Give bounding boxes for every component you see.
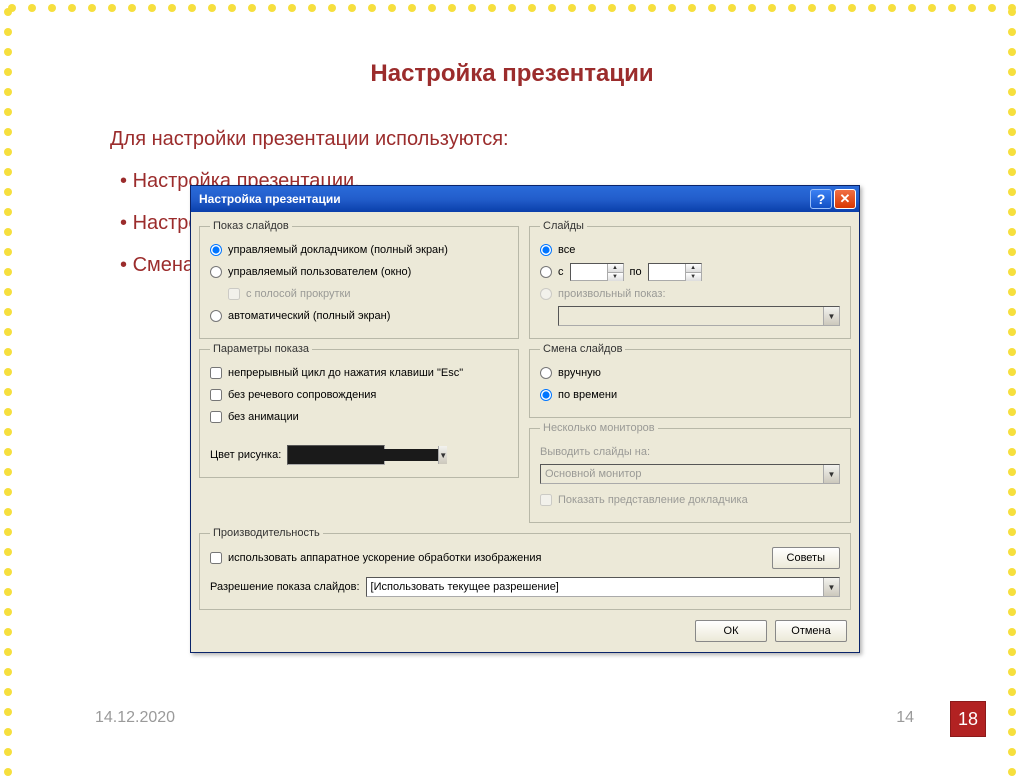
monitor-value: [541, 468, 823, 480]
monitor-combo: ▼: [540, 464, 840, 484]
to-label: по: [630, 266, 642, 278]
check-label: непрерывный цикл до нажатия клавиши "Esc…: [228, 367, 463, 379]
hwaccel-row: использовать аппаратное ускорение обрабо…: [210, 547, 840, 569]
chevron-down-icon[interactable]: ▼: [823, 578, 839, 596]
slide-page-big: 18: [950, 701, 986, 737]
radio-row[interactable]: по времени: [540, 385, 840, 405]
radio-timing[interactable]: [540, 389, 552, 401]
pen-color-row: Цвет рисунка: ▼: [210, 445, 508, 465]
check-row[interactable]: без речевого сопровождения: [210, 385, 508, 405]
check-hw-accel[interactable]: [210, 552, 222, 564]
ok-button[interactable]: ОК: [695, 620, 767, 642]
close-button[interactable]: ✕: [834, 189, 856, 209]
custom-show-value: [559, 310, 823, 322]
radio-range[interactable]: [540, 266, 552, 278]
radio-label: вручную: [558, 367, 601, 379]
chevron-down-icon: ▼: [823, 465, 839, 483]
radio-label: все: [558, 244, 575, 256]
titlebar-text: Настройка презентации: [199, 192, 808, 206]
check-presenter-view: [540, 494, 552, 506]
presentation-settings-dialog: Настройка презентации ? ✕ Показ слайдов …: [190, 185, 860, 653]
from-spinner[interactable]: ▲▼: [570, 263, 624, 281]
radio-row: произвольный показ:: [540, 284, 840, 304]
radio-label: по времени: [558, 389, 617, 401]
to-input[interactable]: [649, 264, 685, 280]
slide-page-small: 14: [896, 709, 914, 727]
chevron-down-icon: ▼: [823, 307, 839, 325]
radio-custom-show: [540, 288, 552, 300]
radio-user-window[interactable]: [210, 266, 222, 278]
chevron-down-icon[interactable]: ▼: [438, 446, 447, 464]
check-label: Показать представление докладчика: [558, 494, 748, 506]
check-row: Показать представление докладчика: [540, 490, 840, 510]
advance-group: Смена слайдов вручную по времени: [529, 343, 851, 418]
group-legend: Параметры показа: [210, 343, 312, 355]
resolution-value: [367, 581, 823, 593]
check-row[interactable]: без анимации: [210, 407, 508, 427]
radio-label: произвольный показ:: [558, 288, 666, 300]
radio-presenter-full[interactable]: [210, 244, 222, 256]
slide-date: 14.12.2020: [95, 709, 175, 727]
custom-show-combo: ▼: [558, 306, 840, 326]
radio-auto-full[interactable]: [210, 310, 222, 322]
radio-label: автоматический (полный экран): [228, 310, 390, 322]
radio-row[interactable]: автоматический (полный экран): [210, 306, 508, 326]
custom-combo-row: ▼: [558, 306, 840, 326]
output-label: Выводить слайды на:: [540, 446, 650, 458]
radio-label: с: [558, 266, 564, 278]
pen-color-combo[interactable]: ▼: [287, 445, 385, 465]
performance-group: Производительность использовать аппаратн…: [199, 527, 851, 610]
pen-color-value: [288, 449, 438, 461]
to-spinner[interactable]: ▲▼: [648, 263, 702, 281]
group-legend: Смена слайдов: [540, 343, 625, 355]
slides-range-group: Слайды все с ▲▼ по ▲▼: [529, 220, 851, 339]
button-bar: ОК Отмена: [199, 614, 851, 644]
group-legend: Производительность: [210, 527, 323, 539]
group-legend: Слайды: [540, 220, 587, 232]
check-label: без речевого сопровождения: [228, 389, 376, 401]
radio-row[interactable]: все: [540, 240, 840, 260]
radio-manual[interactable]: [540, 367, 552, 379]
show-params-group: Параметры показа непрерывный цикл до наж…: [199, 343, 519, 478]
check-row[interactable]: непрерывный цикл до нажатия клавиши "Esc…: [210, 363, 508, 383]
resolution-combo[interactable]: ▼: [366, 577, 840, 597]
slide-title: Настройка презентации: [20, 60, 1004, 88]
resolution-label: Разрешение показа слайдов:: [210, 581, 360, 593]
radio-row[interactable]: управляемый пользователем (окно): [210, 262, 508, 282]
tips-button[interactable]: Советы: [772, 547, 840, 569]
resolution-row: Разрешение показа слайдов: ▼: [210, 577, 840, 597]
check-no-animation[interactable]: [210, 411, 222, 423]
show-type-group: Показ слайдов управляемый докладчиком (п…: [199, 220, 519, 339]
intro-line: Для настройки презентации используются:: [110, 118, 1004, 160]
group-legend: Показ слайдов: [210, 220, 292, 232]
output-label-row: Выводить слайды на:: [540, 442, 840, 462]
help-button[interactable]: ?: [810, 189, 832, 209]
radio-row[interactable]: с ▲▼ по ▲▼: [540, 262, 840, 282]
radio-all-slides[interactable]: [540, 244, 552, 256]
from-input[interactable]: [571, 264, 607, 280]
check-label: без анимации: [228, 411, 299, 423]
radio-label: управляемый докладчиком (полный экран): [228, 244, 448, 256]
radio-row[interactable]: управляемый докладчиком (полный экран): [210, 240, 508, 260]
monitors-group: Несколько мониторов Выводить слайды на: …: [529, 422, 851, 523]
check-scrollbar: [228, 288, 240, 300]
radio-row[interactable]: вручную: [540, 363, 840, 383]
cancel-button[interactable]: Отмена: [775, 620, 847, 642]
check-no-narration[interactable]: [210, 389, 222, 401]
pen-color-label: Цвет рисунка:: [210, 449, 281, 461]
check-label: с полосой прокрутки: [246, 288, 350, 300]
group-legend: Несколько мониторов: [540, 422, 658, 434]
radio-label: управляемый пользователем (окно): [228, 266, 411, 278]
check-row: с полосой прокрутки: [228, 284, 508, 304]
check-loop-esc[interactable]: [210, 367, 222, 379]
titlebar[interactable]: Настройка презентации ? ✕: [191, 186, 859, 212]
check-label: использовать аппаратное ускорение обрабо…: [228, 552, 541, 564]
